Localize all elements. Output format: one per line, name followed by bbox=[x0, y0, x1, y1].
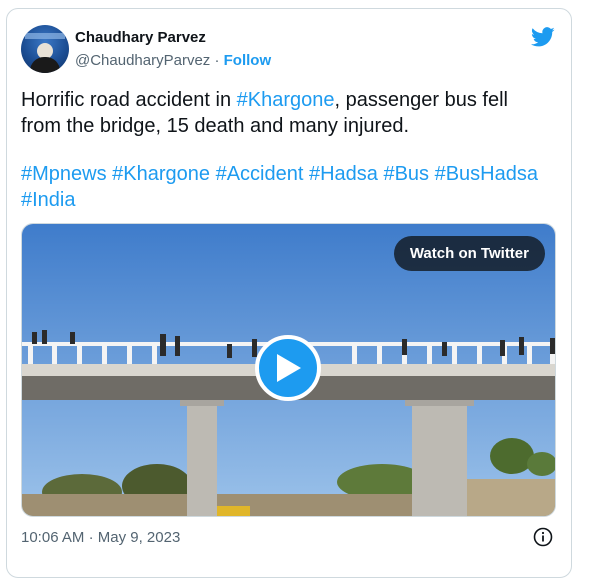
video-media[interactable]: Watch on Twitter bbox=[21, 223, 556, 517]
watch-on-twitter-button[interactable]: Watch on Twitter bbox=[393, 236, 545, 271]
avatar-banner bbox=[25, 33, 65, 39]
tweet-text: Horrific road accident in #Khargone, pas… bbox=[21, 87, 551, 139]
tweet-text-part1: Horrific road accident in bbox=[21, 89, 237, 111]
author-handle[interactable]: @ChaudharyParvez bbox=[75, 52, 210, 69]
hashtags-line[interactable]: #Mpnews #Khargone #Accident #Hadsa #Bus … bbox=[21, 161, 561, 213]
follow-button[interactable]: Follow bbox=[224, 52, 272, 69]
play-button[interactable] bbox=[255, 335, 321, 401]
twitter-bird-icon[interactable] bbox=[531, 25, 555, 49]
info-icon[interactable] bbox=[533, 527, 553, 547]
tweet-card[interactable]: Chaudhary Parvez @ChaudharyParvez · Foll… bbox=[6, 8, 572, 578]
timestamp-separator: · bbox=[88, 529, 94, 546]
author-handle-row: @ChaudharyParvez · Follow bbox=[75, 52, 271, 69]
avatar-body bbox=[30, 57, 60, 73]
hashtag-link[interactable]: #Khargone bbox=[237, 89, 335, 111]
play-icon bbox=[277, 354, 301, 382]
author-name[interactable]: Chaudhary Parvez bbox=[75, 29, 206, 46]
separator-dot: · bbox=[214, 52, 220, 69]
tweet-date: May 9, 2023 bbox=[97, 529, 181, 546]
tweet-time: 10:06 AM bbox=[21, 529, 85, 546]
avatar[interactable] bbox=[21, 25, 69, 73]
tweet-timestamp[interactable]: 10:06 AM · May 9, 2023 bbox=[21, 529, 180, 546]
